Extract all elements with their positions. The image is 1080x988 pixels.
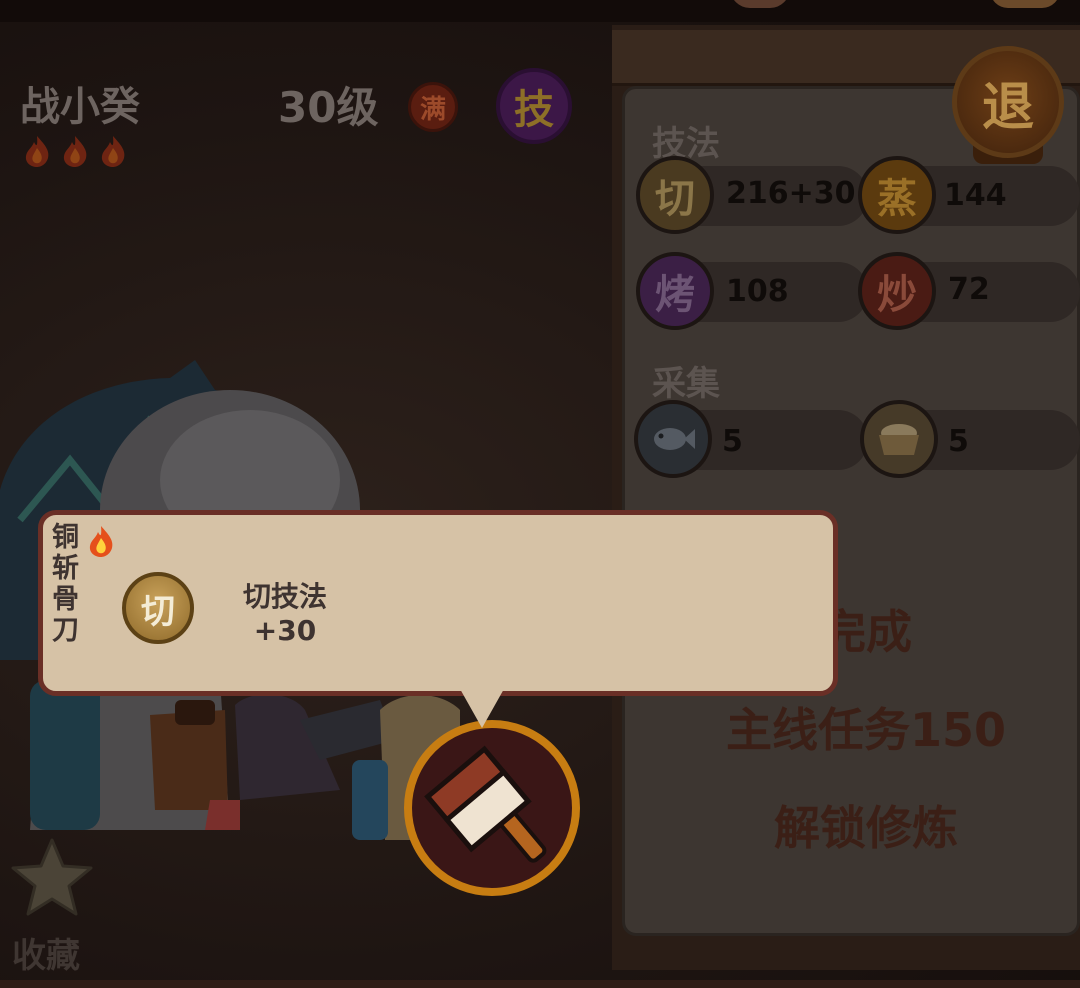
skill-button[interactable]: 技	[496, 68, 572, 144]
top-bar	[0, 0, 1080, 22]
skill-cut-value: 216+30	[726, 176, 856, 211]
flame-icon	[89, 526, 113, 557]
exit-button[interactable]: 退	[952, 46, 1064, 158]
task-text-line2: 主线任务150	[725, 703, 1007, 757]
grain-bowl-icon	[860, 400, 938, 478]
max-level-badge: 满	[408, 82, 458, 132]
flame-icon	[60, 134, 90, 168]
flame-icon	[98, 134, 128, 168]
gather-grain-value: 5	[948, 424, 969, 459]
skill-fry-icon: 炒	[858, 252, 936, 330]
bottom-bar	[0, 980, 1080, 988]
gather-section-title: 采集	[652, 364, 720, 404]
item-effect-value: +30	[253, 614, 317, 647]
task-text-line3: 解锁修炼	[774, 801, 958, 855]
skill-steam-icon: 蒸	[858, 156, 936, 234]
flame-icon	[22, 134, 52, 168]
skill-steam-value: 144	[944, 178, 1007, 213]
gather-fish-value: 5	[722, 424, 743, 459]
equipment-slot[interactable]	[404, 720, 580, 896]
favorites-label[interactable]: 收藏	[12, 928, 80, 977]
skill-roast-value: 108	[726, 274, 789, 309]
item-effect: 切技法 +30	[230, 580, 340, 648]
item-name-char: 骨	[52, 584, 79, 615]
item-name-char: 斩	[52, 553, 79, 584]
item-effect-label: 切技法	[242, 580, 327, 613]
character-name: 战小癸	[20, 84, 140, 130]
tooltip-pointer	[455, 680, 509, 728]
fish-icon	[634, 400, 712, 478]
skill-fry-value: 72	[948, 272, 990, 307]
character-level: 30级	[278, 83, 379, 132]
skill-cut-icon: 切	[636, 156, 714, 234]
item-name-char: 刀	[52, 615, 79, 646]
rarity-flames	[22, 134, 128, 168]
skill-roast-icon: 烤	[636, 252, 714, 330]
tooltip-skill-icon: 切	[122, 572, 194, 644]
item-name: 铜 斩 骨 刀	[52, 522, 84, 646]
item-name-char: 铜	[52, 522, 79, 553]
cleaver-icon	[424, 745, 547, 863]
star-icon[interactable]	[10, 836, 94, 920]
